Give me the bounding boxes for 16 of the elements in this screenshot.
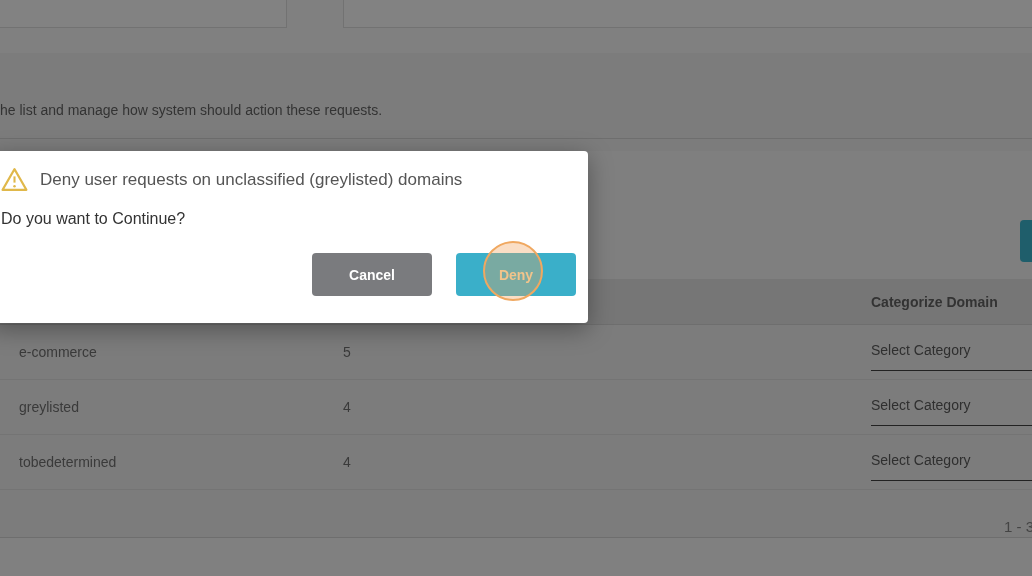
section-description: he list and manage how system should action these requests. xyxy=(0,102,383,118)
column-header: Categorize Domain xyxy=(871,293,999,310)
dialog-message: Do you want to Continue? xyxy=(0,210,187,228)
category-select[interactable]: Select Category xyxy=(871,325,1032,371)
table-cell-text: e-commerce xyxy=(18,344,98,360)
category-select[interactable]: Select Category xyxy=(871,435,1032,481)
category-select[interactable]: Select Category xyxy=(871,380,1032,426)
table-cell-text: 4 xyxy=(342,454,352,470)
table-cell-text: 5 xyxy=(342,344,352,360)
dialog-title: Deny user requests on unclassified (greylisted) domains xyxy=(40,169,463,190)
table-cell-text: tobedetermined xyxy=(18,454,118,470)
warning-icon xyxy=(1,167,28,192)
table-cell-text: greylisted xyxy=(18,399,80,415)
table-cell-text: 4 xyxy=(342,399,352,415)
action-button[interactable] xyxy=(1020,220,1032,262)
cancel-button[interactable]: Cancel xyxy=(312,253,432,296)
